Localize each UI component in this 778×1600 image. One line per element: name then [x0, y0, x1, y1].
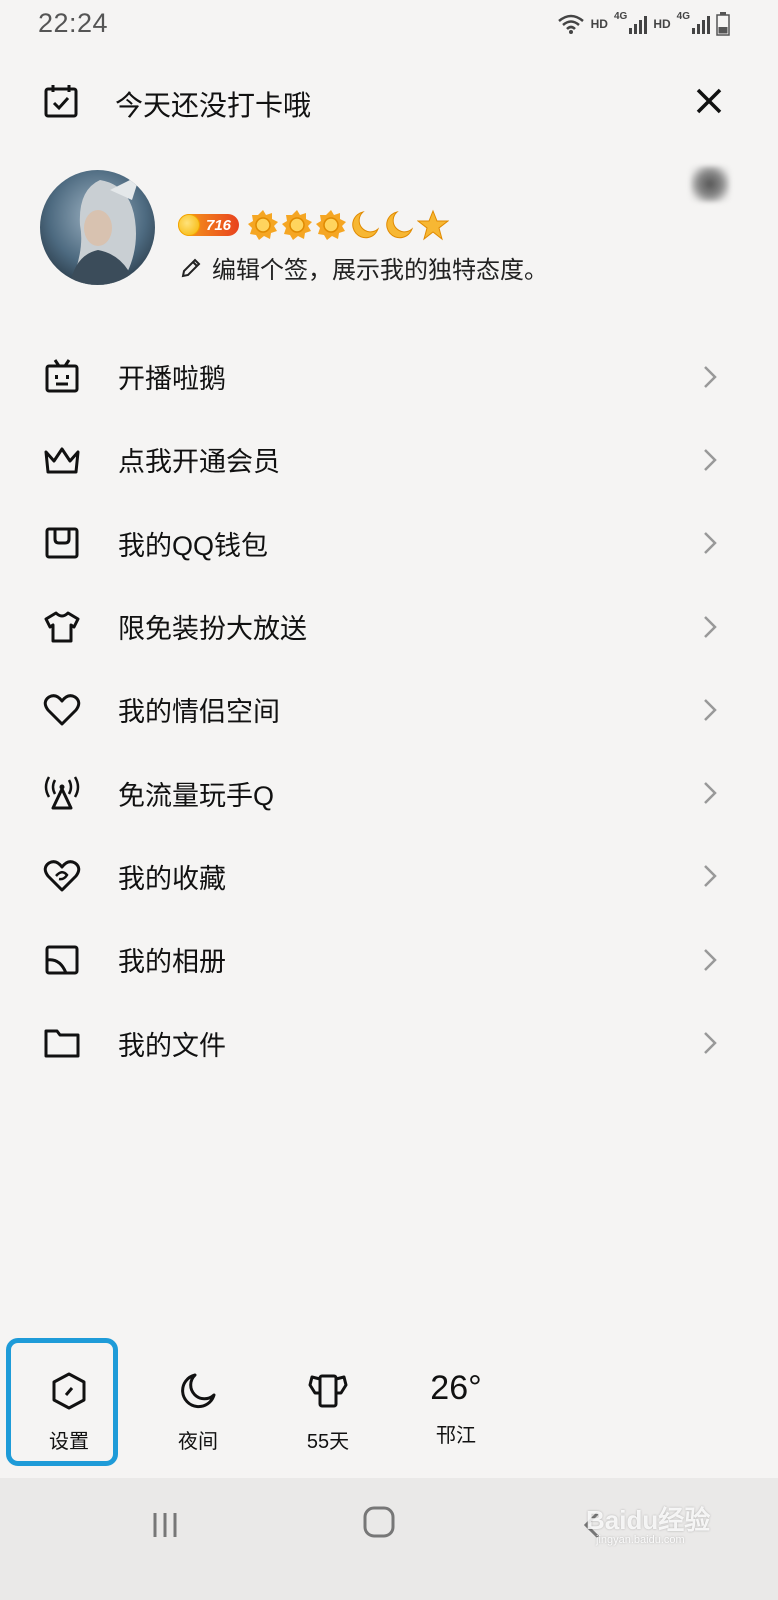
heart-icon [43, 691, 81, 729]
moon-icon [178, 1367, 218, 1415]
menu-item-couple-space[interactable]: 我的情侣空间 [0, 668, 778, 751]
menu-item-vip[interactable]: 点我开通会员 [0, 418, 778, 501]
battery-icon [716, 12, 730, 36]
chevron-right-icon [700, 612, 720, 642]
folder-icon [43, 1024, 81, 1062]
signal-icon [692, 16, 710, 34]
recent-apps-button[interactable] [150, 1510, 180, 1540]
menu-item-label: 我的文件 [118, 1030, 226, 1061]
menu-item-label: 我的情侣空间 [118, 697, 280, 728]
chevron-right-icon [700, 445, 720, 475]
tv-icon [43, 358, 81, 396]
home-icon[interactable] [362, 1505, 396, 1539]
signature-text: 编辑个签，展示我的独特态度。 [212, 257, 548, 284]
days-button[interactable]: 55天 [273, 1335, 383, 1475]
blurred-thumbnail[interactable] [690, 166, 730, 202]
menu-item-label: 点我开通会员 [118, 447, 280, 478]
weather-button[interactable]: 26° 邗江 [401, 1335, 511, 1475]
chevron-right-icon [700, 528, 720, 558]
sim1-net-label: 4G [613, 10, 628, 22]
menu-item-free-data[interactable]: 免流量玩手Q [0, 751, 778, 834]
menu-item-favorites[interactable]: 我的收藏 [0, 835, 778, 918]
weather-temperature: 26° [430, 1369, 482, 1407]
status-time: 22:24 [38, 8, 109, 38]
menu-item-files[interactable]: 我的文件 [0, 1001, 778, 1084]
favorite-icon [43, 857, 81, 895]
menu-list: 开播啦鹅 点我开通会员 我的QQ钱包 限免装扮大放送 我的情侣空间 免流量玩手Q… [0, 335, 778, 1085]
night-mode-button[interactable]: 夜间 [143, 1335, 253, 1475]
chevron-right-icon [700, 945, 720, 975]
watermark-url: jingyan.baidu.com [596, 1534, 685, 1546]
menu-item-label: 我的QQ钱包 [118, 530, 269, 561]
signal-icon [629, 16, 648, 34]
star-icon [417, 209, 450, 241]
wallet-icon [43, 524, 81, 562]
shirt-icon [43, 608, 81, 646]
crown-icon [43, 441, 81, 479]
sun-icon [316, 210, 347, 240]
close-icon[interactable] [695, 87, 723, 115]
coin-badge: 716 [178, 214, 240, 236]
menu-item-wallet[interactable]: 我的QQ钱包 [0, 502, 778, 585]
menu-item-album[interactable]: 我的相册 [0, 918, 778, 1001]
pencil-icon [181, 258, 201, 277]
signature-row[interactable]: 编辑个签，展示我的独特态度。 [180, 250, 548, 285]
home-button[interactable] [362, 1505, 396, 1539]
album-icon [43, 941, 81, 979]
menu-item-label: 我的相册 [118, 947, 226, 978]
menu-item-label: 免流量玩手Q [118, 780, 275, 811]
status-icons: HD 4G HD 4G [557, 10, 730, 38]
menu-item-live[interactable]: 开播啦鹅 [0, 335, 778, 418]
moon-icon [386, 211, 414, 239]
level-row[interactable]: 716 [178, 209, 450, 241]
wifi-icon [557, 14, 584, 34]
menu-item-label: 限免装扮大放送 [118, 614, 307, 645]
chevron-right-icon [700, 778, 720, 808]
sim1-hd-label: HD [590, 17, 608, 31]
checkin-title[interactable]: 今天还没打卡哦 [115, 84, 311, 124]
coin-value: 716 [206, 216, 232, 234]
sun-icon [248, 210, 279, 240]
close-button[interactable] [688, 80, 730, 122]
days-label: 55天 [306, 1431, 350, 1453]
calendar-check-icon[interactable] [44, 84, 78, 118]
menu-item-dressup[interactable]: 限免装扮大放送 [0, 585, 778, 668]
chevron-right-icon [700, 861, 720, 891]
chevron-right-icon [700, 695, 720, 725]
settings-highlight-box [6, 1338, 118, 1466]
watermark-logo: Baidu经验 [586, 1505, 711, 1535]
sun-icon [282, 210, 313, 240]
menu-item-label: 开播啦鹅 [118, 364, 226, 395]
sim2-hd-label: HD [653, 17, 671, 31]
sim2-net-label: 4G [676, 10, 690, 22]
night-label: 夜间 [178, 1431, 218, 1453]
moon-icon [352, 211, 380, 239]
menu-item-label: 我的收藏 [118, 863, 226, 894]
trophy-icon [306, 1367, 350, 1415]
coin-icon [178, 214, 200, 236]
chevron-right-icon [700, 362, 720, 392]
avatar[interactable] [40, 170, 155, 285]
weather-city: 邗江 [436, 1425, 476, 1447]
chevron-right-icon [700, 1028, 720, 1058]
recent-apps-icon[interactable] [150, 1510, 180, 1540]
signal-tower-icon [43, 774, 81, 812]
